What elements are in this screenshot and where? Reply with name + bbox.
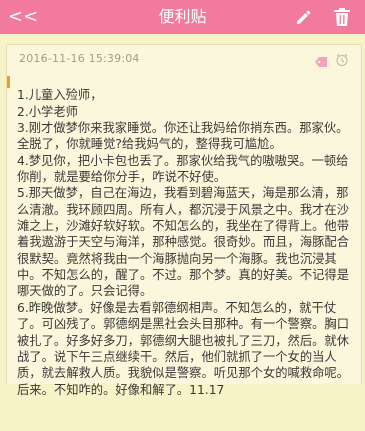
edit-button[interactable] <box>294 8 312 26</box>
note-timestamp: 2016-11-16 15:39:04 <box>19 52 140 65</box>
alarm-clock-icon <box>336 54 348 67</box>
text-cursor <box>7 76 10 88</box>
title-bar: << 便利贴 <box>0 0 365 34</box>
note-line: 6.昨晚做梦。好像是去看郭德纲相声。不知怎么的，就干仗了。可凶残了。郭德纲是黑社… <box>17 300 350 397</box>
note-line: 5.那天做梦，自己在海边，我看到碧海蓝天，海是那么清，那么清澈。我环顾四周。所有… <box>17 186 350 299</box>
tag-icon <box>315 57 327 67</box>
trash-icon <box>334 8 350 26</box>
note-line: 3.刚才做梦你来我家睡觉。你还让我妈给你捎东西。那家伙。全脱了，你就睡觉?给我妈… <box>17 121 349 152</box>
note-text[interactable]: 1.儿童入殓师， 2.小学老师 3.刚才做梦你来我家睡觉。你还让我妈给你捎东西。那家… <box>17 71 353 431</box>
note-line: 4.梦见你，把小卡包也丢了。那家伙给我气的嗷嗷哭。一顿给你削，就是要给你分手，咋… <box>17 153 349 185</box>
reminder-button[interactable] <box>335 52 349 67</box>
note-card: 2016-11-16 15:39:04 1.儿童入殓师， 2.小学老师 3.刚才做梦… <box>6 44 362 397</box>
pencil-icon <box>297 10 311 24</box>
note-line: 1.儿童入殓师， <box>17 88 103 103</box>
tag-button[interactable] <box>314 53 328 67</box>
note-line: 2.小学老师 <box>17 104 78 119</box>
delete-button[interactable] <box>333 7 351 27</box>
